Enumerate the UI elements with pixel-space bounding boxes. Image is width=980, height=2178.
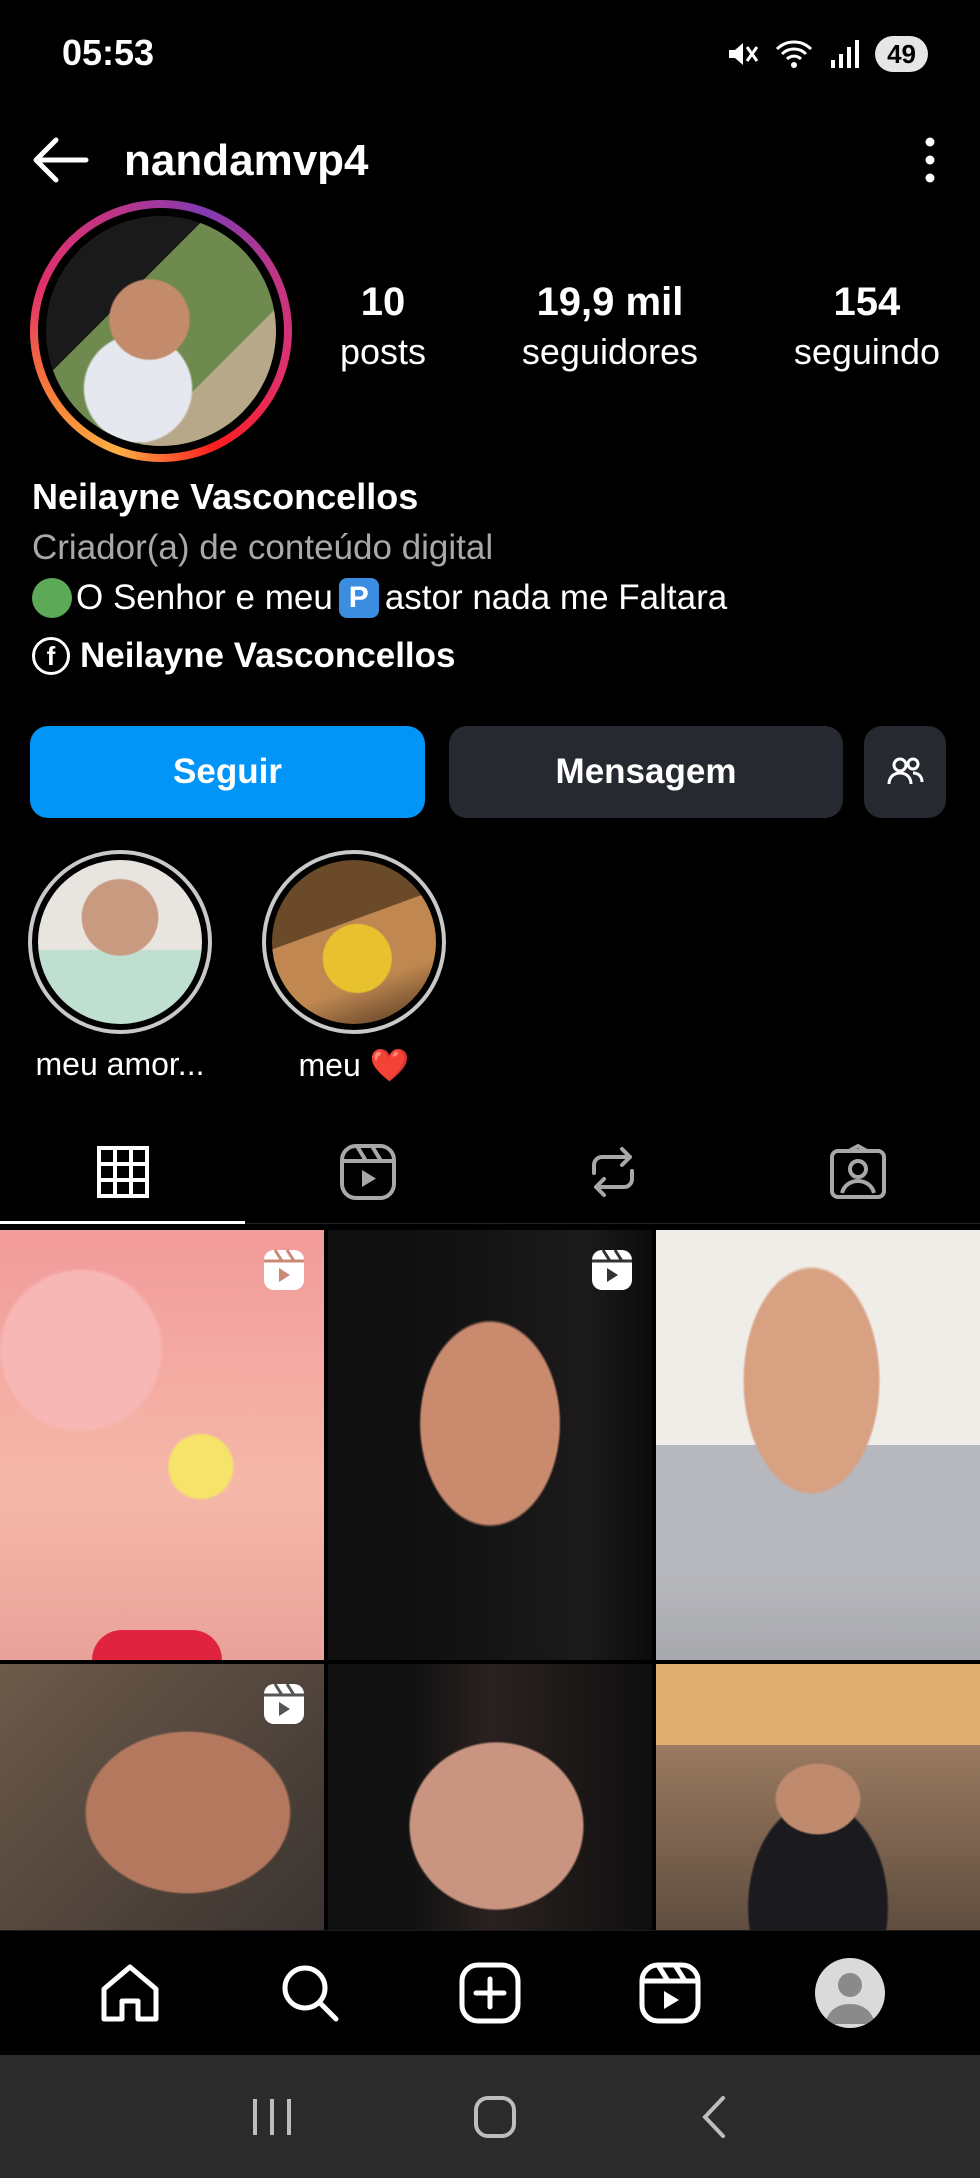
avatar-photo [46, 216, 276, 446]
grid-icon [96, 1145, 149, 1198]
profile-avatar[interactable] [30, 200, 292, 462]
message-button[interactable]: Mensagem [449, 726, 843, 818]
status-time: 05:53 [62, 32, 155, 73]
p-button-emoji-icon: P [338, 578, 379, 618]
status-bar: 05:53 49 [0, 0, 980, 110]
story-highlight[interactable]: meu ❤️ [262, 850, 446, 1084]
stat-value: 10 [360, 280, 406, 324]
stat-label: seguindo [793, 331, 940, 372]
highlight-ring [262, 850, 446, 1034]
tab-tagged[interactable] [735, 1120, 980, 1223]
post-thumbnail[interactable] [328, 1664, 652, 1930]
stat-label: seguidores [521, 331, 699, 372]
bio-text-part2: astor nada me Faltara [384, 578, 728, 617]
profile-header: nandamvp4 [0, 110, 980, 210]
post-thumbnail[interactable] [328, 1230, 652, 1660]
home-button-icon[interactable] [470, 2092, 520, 2142]
avatar-border [38, 208, 284, 454]
mute-icon [729, 43, 759, 65]
highlight-cover [38, 860, 202, 1024]
highlight-label: meu ❤️ [298, 1047, 410, 1083]
tagged-icon [829, 1143, 886, 1199]
reposts-icon [591, 1146, 634, 1197]
tab-reposts[interactable] [490, 1120, 735, 1223]
stat-value: 154 [833, 280, 901, 324]
reel-indicator-icon [264, 1683, 304, 1724]
likes-badge [92, 1630, 222, 1660]
stat-value: 19,9 mil [536, 280, 684, 324]
profile-tabs [0, 1120, 980, 1224]
status-icons: 49 [725, 36, 928, 72]
back-button-icon[interactable] [693, 2092, 733, 2142]
tab-posts-grid[interactable] [0, 1120, 245, 1224]
more-options-icon[interactable] [910, 132, 950, 188]
follow-button[interactable]: Seguir [30, 726, 425, 818]
reel-indicator-icon [592, 1249, 632, 1290]
wifi-icon [776, 40, 813, 68]
posts-count[interactable]: 10 posts [340, 280, 426, 390]
system-navigation-bar [0, 2055, 980, 2178]
home-icon [101, 1964, 159, 2022]
profile-bio: O Senhor e meu P astor nada me Faltara [32, 578, 727, 618]
bio-text-part1: O Senhor e meu [76, 578, 333, 617]
facebook-icon: f [32, 637, 70, 675]
suggested-people-button[interactable] [864, 726, 946, 818]
post-thumbnail[interactable] [656, 1664, 980, 1930]
posts-grid [0, 1230, 980, 1930]
nav-profile[interactable] [800, 1943, 900, 2043]
profile-username: nandamvp4 [124, 136, 369, 185]
money-face-emoji-icon [32, 578, 72, 618]
story-highlight[interactable]: meu amor... [28, 850, 212, 1083]
back-arrow-icon[interactable] [30, 132, 94, 188]
search-icon [282, 1965, 339, 2022]
tab-reels[interactable] [245, 1120, 490, 1223]
stat-label: posts [340, 331, 427, 372]
profile-category: Criador(a) de conteúdo digital [32, 528, 494, 567]
profile-full-name: Neilayne Vasconcellos [32, 476, 419, 517]
followers-count[interactable]: 19,9 mil seguidores [522, 280, 698, 390]
reel-indicator-icon [264, 1249, 304, 1290]
profile-icon [815, 1958, 885, 2028]
nav-search[interactable] [260, 1943, 360, 2043]
create-icon [459, 1962, 521, 2024]
profile-stats: 10 posts 19,9 mil seguidores 154 seguind… [340, 280, 940, 390]
nav-home[interactable] [80, 1943, 180, 2043]
bottom-navigation [0, 1930, 980, 2055]
following-count[interactable]: 154 seguindo [794, 280, 940, 390]
signal-icon [831, 40, 860, 68]
recent-apps-icon[interactable] [247, 2095, 297, 2139]
highlight-label: meu amor... [35, 1046, 205, 1082]
nav-reels[interactable] [620, 1943, 720, 2043]
facebook-link[interactable]: f Neilayne Vasconcellos [32, 636, 455, 676]
reels-icon [339, 1143, 396, 1200]
nav-create[interactable] [440, 1943, 540, 2043]
highlight-cover [272, 860, 436, 1024]
facebook-name: Neilayne Vasconcellos [80, 636, 456, 675]
reels-icon [639, 1962, 701, 2024]
post-thumbnail[interactable] [656, 1230, 980, 1660]
highlight-ring [28, 850, 212, 1034]
add-people-icon [887, 757, 924, 785]
post-thumbnail[interactable] [0, 1664, 324, 1930]
battery-indicator: 49 [875, 36, 928, 72]
post-thumbnail[interactable] [0, 1230, 324, 1660]
